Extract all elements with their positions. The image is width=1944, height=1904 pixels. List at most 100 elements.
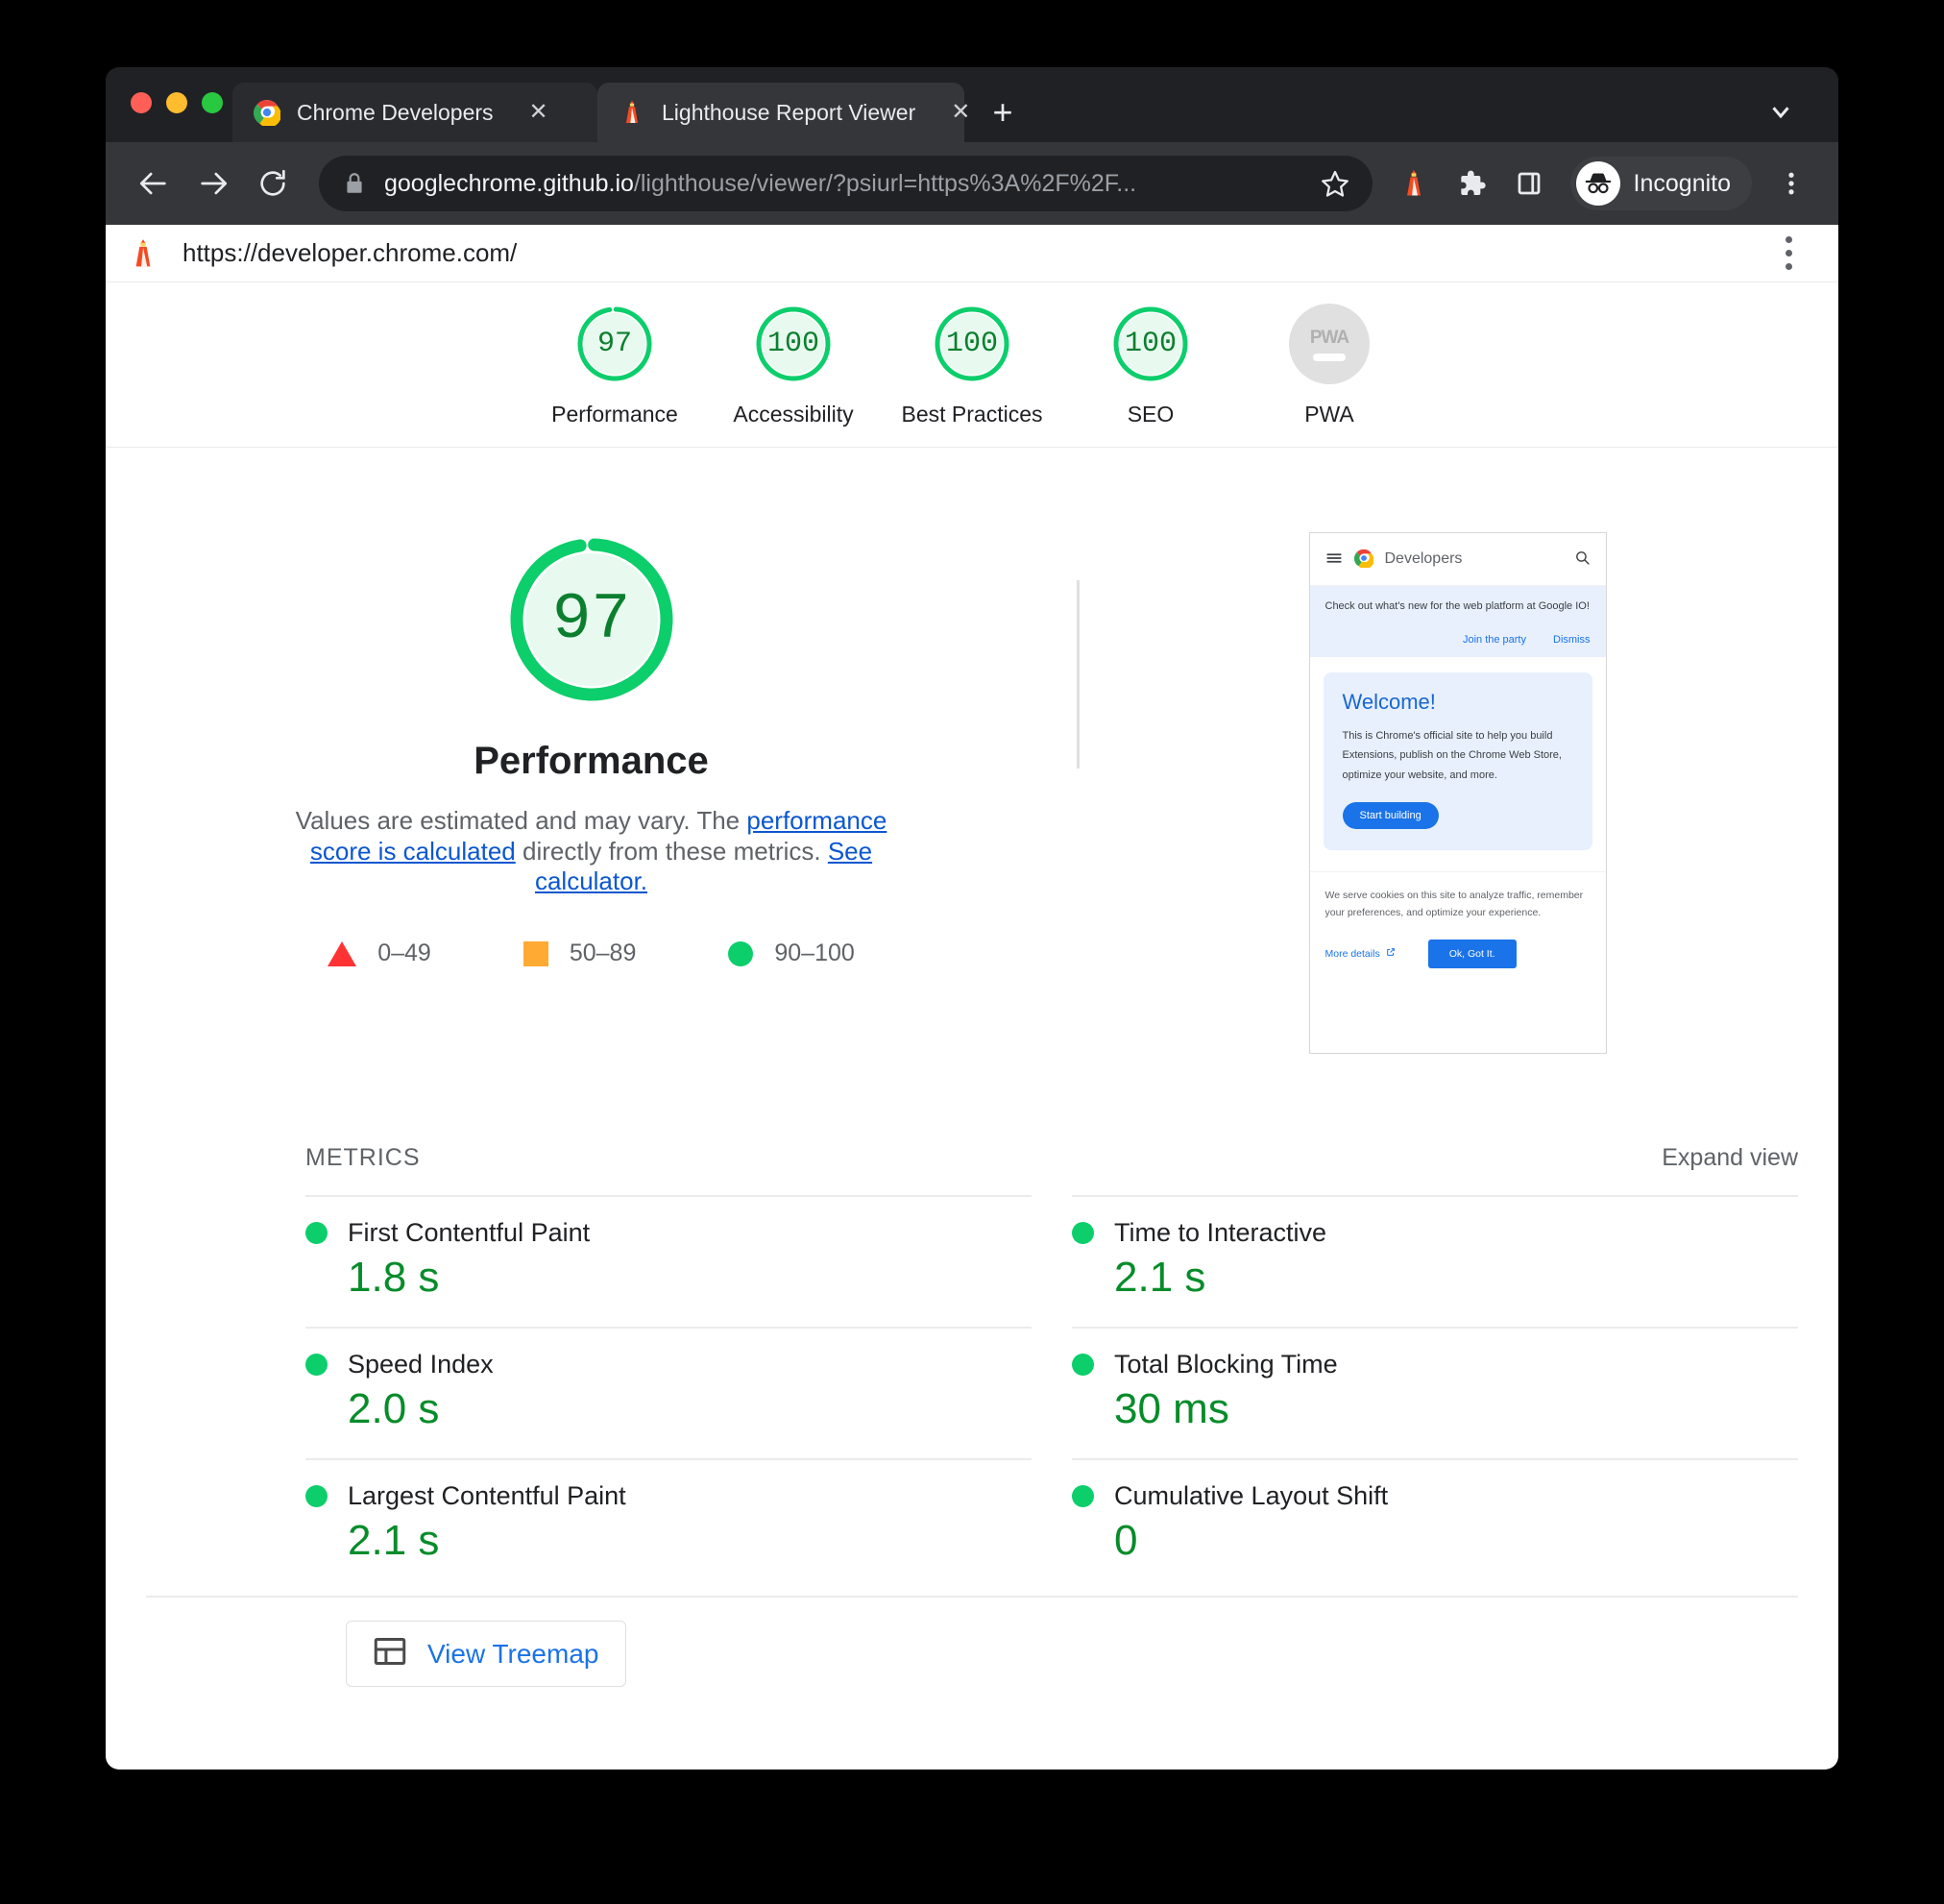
metric-name: Time to Interactive [1114, 1218, 1327, 1247]
thumbnail-cookie-text: We serve cookies on this site to analyze… [1324, 889, 1584, 918]
url-host: googlechrome.github.io [384, 169, 634, 197]
minimize-window-button[interactable] [166, 92, 187, 113]
metric-value: 1.8 s [348, 1254, 440, 1301]
expand-view-toggle[interactable]: Expand view [1662, 1144, 1798, 1172]
performance-score-gauge: 97 [504, 532, 679, 707]
metric-total-blocking-time[interactable]: Total Blocking Time 30 ms [1072, 1327, 1798, 1458]
metrics-header: METRICS Expand view [146, 1144, 1798, 1172]
category-label: Accessibility [733, 402, 854, 427]
score-gauge: 100 [753, 304, 834, 384]
metric-largest-contentful-paint[interactable]: Largest Contentful Paint 2.1 s [305, 1458, 1032, 1590]
treemap-icon [374, 1637, 406, 1671]
thumbnail-banner-text: Check out what's new for the web platfor… [1324, 600, 1590, 612]
thumbnail-more-details-label: More details [1324, 947, 1380, 960]
category-performance[interactable]: 97 Performance [525, 304, 704, 427]
tab-title: Chrome Developers [297, 99, 494, 125]
close-window-button[interactable] [131, 92, 152, 113]
circle-icon [728, 940, 754, 966]
page-content: https://developer.chrome.com/ 97 Perform… [106, 225, 1838, 1770]
metric-cumulative-layout-shift[interactable]: Cumulative Layout Shift 0 [1072, 1458, 1798, 1590]
lighthouse-icon [127, 237, 159, 270]
metric-name: First Contentful Paint [348, 1218, 591, 1247]
legend-range: 0–49 [377, 940, 431, 967]
forward-button[interactable] [186, 157, 240, 210]
tab-lighthouse-report-viewer[interactable]: Lighthouse Report Viewer ✕ [597, 83, 970, 142]
chevron-down-icon[interactable] [1762, 92, 1800, 131]
new-tab-button[interactable]: + [978, 87, 1028, 137]
hero-description: Values are estimated and may vary. The p… [275, 806, 909, 897]
pwa-dash-icon [1313, 353, 1346, 361]
metric-value: 2.1 s [348, 1517, 440, 1564]
hero-desc-pre: Values are estimated and may vary. The [295, 806, 747, 835]
reload-button[interactable] [246, 157, 300, 210]
score-value: 100 [945, 328, 998, 360]
pass-circle-icon [305, 1485, 328, 1507]
category-label: Best Practices [901, 402, 1043, 427]
category-seo[interactable]: 100 SEO [1061, 304, 1240, 427]
category-accessibility[interactable]: 100 Accessibility [704, 304, 883, 427]
legend-item-fail: 0–49 [328, 940, 431, 967]
pass-circle-icon [1072, 1485, 1094, 1507]
metrics-label: METRICS [305, 1144, 421, 1171]
view-treemap-button[interactable]: View Treemap [346, 1621, 627, 1687]
tab-chrome-developers[interactable]: Chrome Developers ✕ [232, 83, 597, 142]
metrics-grid: First Contentful Paint 1.8 s Time to Int… [146, 1195, 1798, 1590]
thumbnail-join-the-party-link: Join the party [1462, 633, 1526, 646]
category-score-strip: 97 Performance 100 Accessibility 100 Bes… [106, 282, 1838, 448]
extensions-puzzle-icon[interactable] [1446, 158, 1497, 209]
star-icon[interactable] [1315, 163, 1355, 204]
lighthouse-icon [619, 99, 645, 126]
external-link-icon [1386, 947, 1396, 960]
category-label: SEO [1127, 402, 1175, 427]
back-button[interactable] [127, 157, 181, 210]
side-panel-icon[interactable] [1503, 158, 1555, 209]
view-treemap-label: View Treemap [427, 1638, 599, 1669]
url-path: /lighthouse/viewer/?psiurl=https%3A%2F%2… [633, 169, 1137, 197]
thumbnail-ok-got-it-button: Ok, Got It. [1427, 939, 1517, 968]
metric-time-to-interactive[interactable]: Time to Interactive 2.1 s [1072, 1195, 1798, 1327]
hero-left-column: 97 Performance Values are estimated and … [106, 532, 1077, 1054]
metric-name: Total Blocking Time [1114, 1350, 1338, 1379]
report-header: https://developer.chrome.com/ [106, 225, 1838, 282]
performance-score-value: 97 [551, 582, 631, 657]
thumbnail-announcement-banner: Check out what's new for the web platfor… [1309, 586, 1606, 657]
close-tab-button[interactable]: ✕ [522, 96, 555, 129]
browser-window: Chrome Developers ✕ Lighthouse Report Vi… [106, 67, 1838, 1770]
score-value: 97 [596, 328, 632, 360]
pass-circle-icon [305, 1354, 328, 1376]
score-gauge: 100 [932, 304, 1012, 384]
square-icon [522, 940, 548, 966]
thumbnail-cookie-notice: We serve cookies on this site to analyze… [1309, 870, 1606, 968]
maximize-window-button[interactable] [202, 92, 223, 113]
metric-value: 2.0 s [348, 1385, 440, 1432]
metric-value: 2.1 s [1114, 1254, 1206, 1301]
profile-label: Incognito [1633, 169, 1731, 197]
window-traffic-lights [131, 92, 223, 113]
score-value: 100 [1124, 328, 1177, 360]
tab-strip: Chrome Developers ✕ Lighthouse Report Vi… [106, 67, 1838, 142]
report-url-text: https://developer.chrome.com/ [182, 238, 518, 267]
metric-value: 30 ms [1114, 1385, 1229, 1432]
kebab-menu-icon[interactable] [1765, 158, 1817, 209]
performance-hero: 97 Performance Values are estimated and … [106, 448, 1838, 1054]
metric-value: 0 [1114, 1517, 1138, 1564]
browser-toolbar: googlechrome.github.io/lighthouse/viewer… [106, 142, 1838, 225]
close-tab-button[interactable]: ✕ [944, 96, 977, 129]
category-best-practices[interactable]: 100 Best Practices [883, 304, 1061, 427]
hero-divider [1077, 580, 1080, 769]
kebab-menu-icon[interactable] [1769, 236, 1808, 270]
pass-circle-icon [1072, 1354, 1094, 1376]
metric-name: Speed Index [348, 1350, 494, 1379]
metrics-section: METRICS Expand view First Contentful Pai… [106, 1144, 1838, 1687]
thumbnail-dismiss-link: Dismiss [1553, 633, 1591, 646]
pwa-badge-text: PWA [1309, 327, 1349, 348]
metric-speed-index[interactable]: Speed Index 2.0 s [305, 1327, 1032, 1458]
hero-right-column: Developers Check out what's new for the … [1077, 532, 1838, 1054]
address-bar[interactable]: googlechrome.github.io/lighthouse/viewer… [319, 156, 1373, 211]
score-gauge: 97 [574, 304, 655, 384]
chrome-icon [253, 99, 281, 128]
profile-incognito-pill[interactable]: Incognito [1569, 157, 1752, 210]
lighthouse-extension-icon[interactable] [1388, 158, 1440, 209]
metric-first-contentful-paint[interactable]: First Contentful Paint 1.8 s [305, 1195, 1032, 1327]
category-pwa[interactable]: PWA PWA [1240, 304, 1419, 427]
